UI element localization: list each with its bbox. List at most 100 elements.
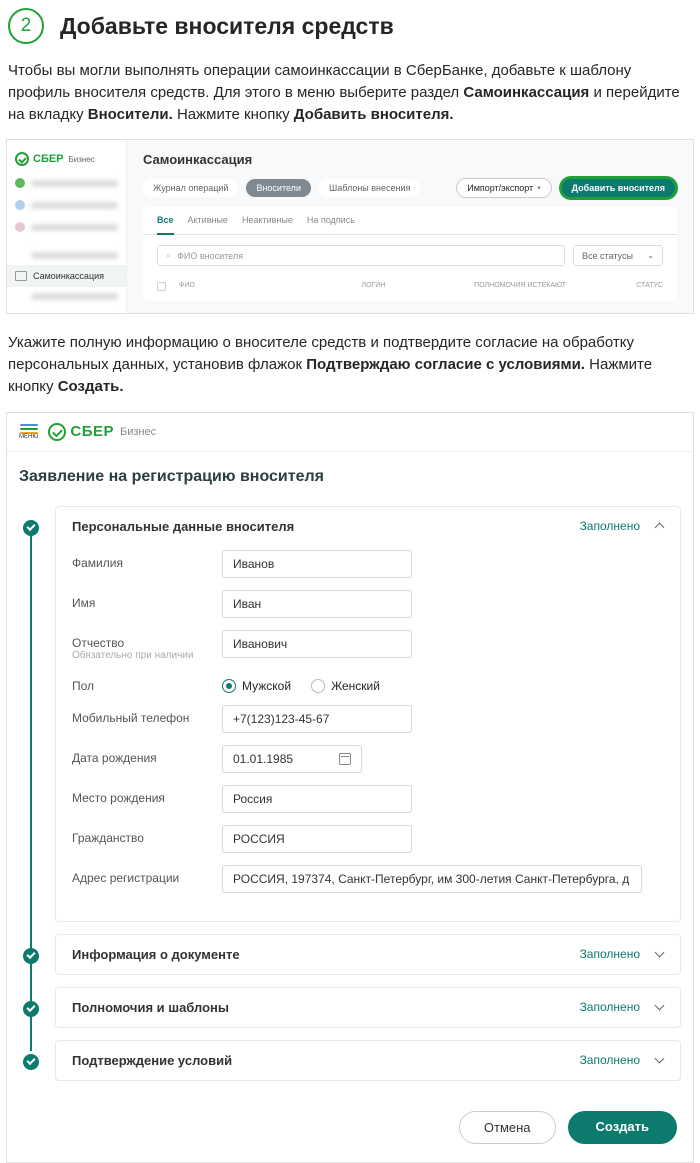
bold: Добавить вносителя.: [294, 106, 454, 123]
sber-icon: [15, 152, 29, 166]
subtab-to-sign[interactable]: На подпись: [307, 207, 355, 234]
sidebar-item-blurred[interactable]: [7, 216, 126, 238]
instruction-1: Чтобы вы могли выполнять операции самоин…: [0, 60, 700, 139]
tab-contributors[interactable]: Вносители: [246, 179, 311, 197]
section-title: Полномочия и шаблоны: [72, 1000, 580, 1015]
screenshot-self-collection-list: СБЕР Бизнес Самоинкассация Самоинкассаци…: [6, 139, 694, 314]
sber-icon: [48, 423, 66, 441]
menu-label: МЕНЮ: [19, 434, 38, 440]
search-icon: ⌕: [166, 250, 171, 261]
logo-text: СБЕР: [70, 423, 114, 440]
input-firstname[interactable]: Иван: [222, 590, 412, 618]
menu-button[interactable]: МЕНЮ: [19, 424, 38, 440]
chevron-down-icon: ▾: [537, 184, 541, 192]
filter-row: ⌕ ФИО вносителя Все статусы ⌄: [143, 235, 677, 276]
form-steps: Персональные данные вносителя Заполнено …: [7, 506, 693, 1081]
add-contributor-button[interactable]: Добавить вносителя: [560, 177, 677, 199]
section-header[interactable]: Подтверждение условий Заполнено: [56, 1041, 680, 1080]
th-expire: ПОЛНОМОЧИЯ ИСТЕКАЮТ: [474, 282, 605, 293]
checkbox-all[interactable]: [157, 282, 171, 293]
section-title: Подтверждение условий: [72, 1053, 580, 1068]
label-firstname: Имя: [72, 590, 222, 610]
import-export-label: Импорт/экспорт: [467, 183, 533, 193]
section-body: Фамилия Иванов Имя Иван Отчество Обязате…: [56, 546, 680, 921]
section-status: Заполнено: [580, 519, 640, 533]
logo: СБЕР Бизнес: [7, 146, 126, 172]
panel-title: Самоинкассация: [143, 152, 677, 167]
chevron-down-icon: [654, 1002, 664, 1012]
label-pob: Место рождения: [72, 785, 222, 805]
check-icon: [23, 520, 39, 536]
radio-male[interactable]: Мужской: [222, 679, 291, 693]
label-citizenship: Гражданство: [72, 825, 222, 845]
sidebar-item-blurred[interactable]: [7, 194, 126, 216]
search-input[interactable]: ⌕ ФИО вносителя: [157, 245, 565, 266]
gender-radios: Мужской Женский: [222, 673, 380, 693]
tab-journal[interactable]: Журнал операций: [143, 179, 238, 197]
section-title: Персональные данные вносителя: [72, 519, 580, 534]
create-button[interactable]: Создать: [568, 1111, 677, 1144]
radio-female[interactable]: Женский: [311, 679, 380, 693]
bold: Создать.: [58, 378, 124, 395]
calendar-icon: [339, 753, 351, 765]
input-citizenship[interactable]: РОССИЯ: [222, 825, 412, 853]
step-header: 2 Добавьте вносителя средств: [0, 0, 700, 60]
subtab-all[interactable]: Все: [157, 207, 174, 235]
logo: СБЕР Бизнес: [48, 423, 156, 441]
step-title: Добавьте вносителя средств: [60, 13, 394, 40]
th-login: ЛОГИН: [361, 282, 466, 293]
button-row: Отмена Создать: [7, 1093, 693, 1162]
chevron-down-icon: [654, 1055, 664, 1065]
sidebar-item-blurred[interactable]: [7, 172, 126, 194]
main-panel: Самоинкассация Журнал операций Вносители…: [127, 140, 693, 313]
hamburger-icon: [19, 424, 38, 434]
label-middlename: Отчество Обязательно при наличии: [72, 630, 222, 661]
logo-text: СБЕР: [33, 153, 64, 165]
import-export-dropdown[interactable]: Импорт/экспорт ▾: [456, 178, 551, 198]
chevron-down-icon: ⌄: [647, 251, 654, 260]
check-icon: [23, 948, 39, 964]
sidebar-item-blurred[interactable]: [7, 287, 126, 306]
date-value: 01.01.1985: [233, 752, 293, 766]
table-header: ФИО ЛОГИН ПОЛНОМОЧИЯ ИСТЕКАЮТ СТАТУС: [143, 276, 677, 301]
sidebar: СБЕР Бизнес Самоинкассация: [7, 140, 127, 313]
tab-row: Журнал операций Вносители Шаблоны внесен…: [143, 177, 677, 199]
bold: Подтверждаю согласие с условиями.: [306, 356, 585, 373]
label-lastname: Фамилия: [72, 550, 222, 570]
th-fio: ФИО: [179, 282, 353, 293]
section-permissions-templates: Полномочия и шаблоны Заполнено: [19, 987, 681, 1028]
subtab-inactive[interactable]: Неактивные: [242, 207, 293, 234]
chevron-up-icon: [654, 521, 664, 531]
input-middlename[interactable]: Иванович: [222, 630, 412, 658]
subtabs: Все Активные Неактивные На подпись: [143, 207, 677, 235]
label-dob: Дата рождения: [72, 745, 222, 765]
sidebar-item-label: Самоинкассация: [33, 271, 104, 281]
screenshot-registration-form: МЕНЮ СБЕР Бизнес Заявление на регистраци…: [6, 412, 694, 1163]
section-header[interactable]: Полномочия и шаблоны Заполнено: [56, 988, 680, 1027]
input-address[interactable]: РОССИЯ, 197374, Санкт-Петербург, им 300-…: [222, 865, 642, 893]
label-gender: Пол: [72, 673, 222, 693]
label-phone: Мобильный телефон: [72, 705, 222, 725]
logo-subtext: Бизнес: [120, 426, 156, 438]
section-header[interactable]: Информация о документе Заполнено: [56, 935, 680, 974]
step-number-badge: 2: [8, 8, 44, 44]
section-header[interactable]: Персональные данные вносителя Заполнено: [56, 507, 680, 546]
sidebar-item-self-collection[interactable]: Самоинкассация: [7, 265, 126, 287]
subtab-active[interactable]: Активные: [188, 207, 228, 234]
sidebar-item-blurred[interactable]: [7, 246, 126, 265]
status-select[interactable]: Все статусы ⌄: [573, 245, 663, 266]
tab-templates[interactable]: Шаблоны внесения: [319, 179, 420, 197]
radio-icon: [222, 679, 236, 693]
input-lastname[interactable]: Иванов: [222, 550, 412, 578]
section-personal-data: Персональные данные вносителя Заполнено …: [19, 506, 681, 922]
section-status: Заполнено: [580, 1053, 640, 1067]
input-dob[interactable]: 01.01.1985: [222, 745, 362, 773]
th-status: СТАТУС: [613, 282, 663, 293]
input-pob[interactable]: Россия: [222, 785, 412, 813]
section-status: Заполнено: [580, 947, 640, 961]
input-phone[interactable]: +7(123)123-45-67: [222, 705, 412, 733]
cancel-button[interactable]: Отмена: [459, 1111, 556, 1144]
radio-label: Женский: [331, 679, 380, 693]
section-document-info: Информация о документе Заполнено: [19, 934, 681, 975]
chevron-down-icon: [654, 949, 664, 959]
